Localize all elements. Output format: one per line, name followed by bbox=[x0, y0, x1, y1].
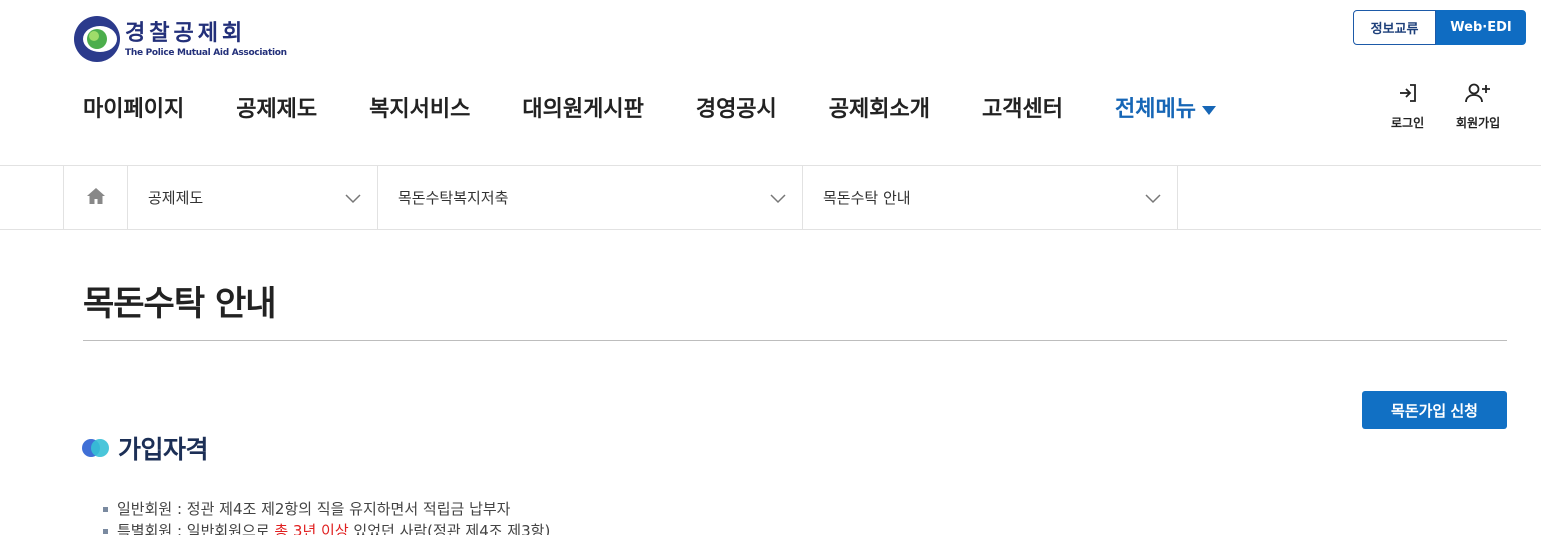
list-item-text-prefix: 특별회원 : 일반회원으로 bbox=[117, 522, 275, 535]
caret-down-icon bbox=[1201, 105, 1216, 115]
section-heading: 가입자격 bbox=[82, 430, 209, 466]
list-item-highlight: 총 3년 이상 bbox=[274, 522, 349, 535]
apply-lump-sum-button[interactable]: 목돈가입 신청 bbox=[1362, 391, 1507, 429]
breadcrumb-depth1-label: 공제제도 bbox=[148, 189, 204, 207]
section-bullet-icon bbox=[82, 438, 112, 458]
login-label: 로그인 bbox=[1391, 116, 1425, 130]
main-nav: 마이페이지 공제제도 복지서비스 대의원게시판 경영공시 공제회소개 고객센터 … bbox=[83, 92, 1268, 128]
nav-welfare[interactable]: 복지서비스 bbox=[369, 92, 470, 128]
logo-subtitle: The Police Mutual Aid Association bbox=[125, 47, 287, 58]
section-title: 가입자격 bbox=[118, 435, 209, 464]
breadcrumb-depth2[interactable]: 목돈수탁복지저축 bbox=[378, 166, 803, 229]
add-user-icon bbox=[1463, 82, 1493, 108]
web-edi-link[interactable]: Web·EDI bbox=[1436, 10, 1526, 45]
title-divider bbox=[83, 340, 1507, 341]
join-label: 회원가입 bbox=[1456, 116, 1501, 130]
breadcrumb: 공제제도 목돈수탁복지저축 목돈수탁 안내 bbox=[0, 165, 1541, 230]
eligibility-list: 일반회원 : 정관 제4조 제2항의 직을 유지하면서 적립금 납부자 특별회원… bbox=[103, 498, 550, 535]
join-button[interactable]: 회원가입 bbox=[1456, 82, 1500, 131]
login-button[interactable]: 로그인 bbox=[1391, 82, 1424, 131]
breadcrumb-depth1[interactable]: 공제제도 bbox=[128, 166, 378, 229]
page-title: 목돈수탁 안내 bbox=[83, 284, 277, 324]
list-item-text-suffix: 있었던 사람(정관 제4조 제3항) bbox=[348, 522, 551, 535]
list-item: 특별회원 : 일반회원으로 총 3년 이상 있었던 사람(정관 제4조 제3항) bbox=[103, 520, 550, 535]
square-bullet-icon bbox=[103, 506, 108, 512]
square-bullet-icon bbox=[103, 528, 108, 534]
chevron-down-icon bbox=[345, 190, 361, 208]
list-item-text: 일반회원 : 정관 제4조 제2항의 직을 유지하면서 적립금 납부자 bbox=[117, 500, 511, 518]
nav-about[interactable]: 공제회소개 bbox=[829, 92, 930, 128]
breadcrumb-depth2-label: 목돈수탁복지저축 bbox=[398, 189, 509, 207]
nav-delegate-board[interactable]: 대의원게시판 bbox=[522, 92, 643, 128]
all-menu-label: 전체메뉴 bbox=[1114, 97, 1196, 122]
chevron-down-icon bbox=[1145, 190, 1161, 208]
all-menu-button[interactable]: 전체메뉴 bbox=[1115, 92, 1216, 128]
nav-customer-center[interactable]: 고객센터 bbox=[982, 92, 1063, 128]
breadcrumb-depth3-label: 목돈수탁 안내 bbox=[823, 189, 911, 207]
police-emblem-icon bbox=[73, 15, 121, 63]
list-item: 일반회원 : 정관 제4조 제2항의 직을 유지하면서 적립금 납부자 bbox=[103, 498, 550, 520]
info-exchange-link[interactable]: 정보교류 bbox=[1353, 10, 1436, 45]
nav-mypage[interactable]: 마이페이지 bbox=[83, 92, 184, 128]
nav-mutual-aid[interactable]: 공제제도 bbox=[236, 92, 317, 128]
logo-title: 경찰공제회 bbox=[125, 20, 247, 46]
breadcrumb-depth3[interactable]: 목돈수탁 안내 bbox=[803, 166, 1178, 229]
top-links: 정보교류 Web·EDI bbox=[1353, 10, 1526, 45]
home-button[interactable] bbox=[63, 166, 128, 229]
login-icon bbox=[1397, 82, 1419, 108]
chevron-down-icon bbox=[770, 190, 786, 208]
nav-disclosure[interactable]: 경영공시 bbox=[696, 92, 777, 128]
logo[interactable]: 경찰공제회 The Police Mutual Aid Association bbox=[73, 15, 287, 63]
home-icon bbox=[86, 187, 106, 209]
